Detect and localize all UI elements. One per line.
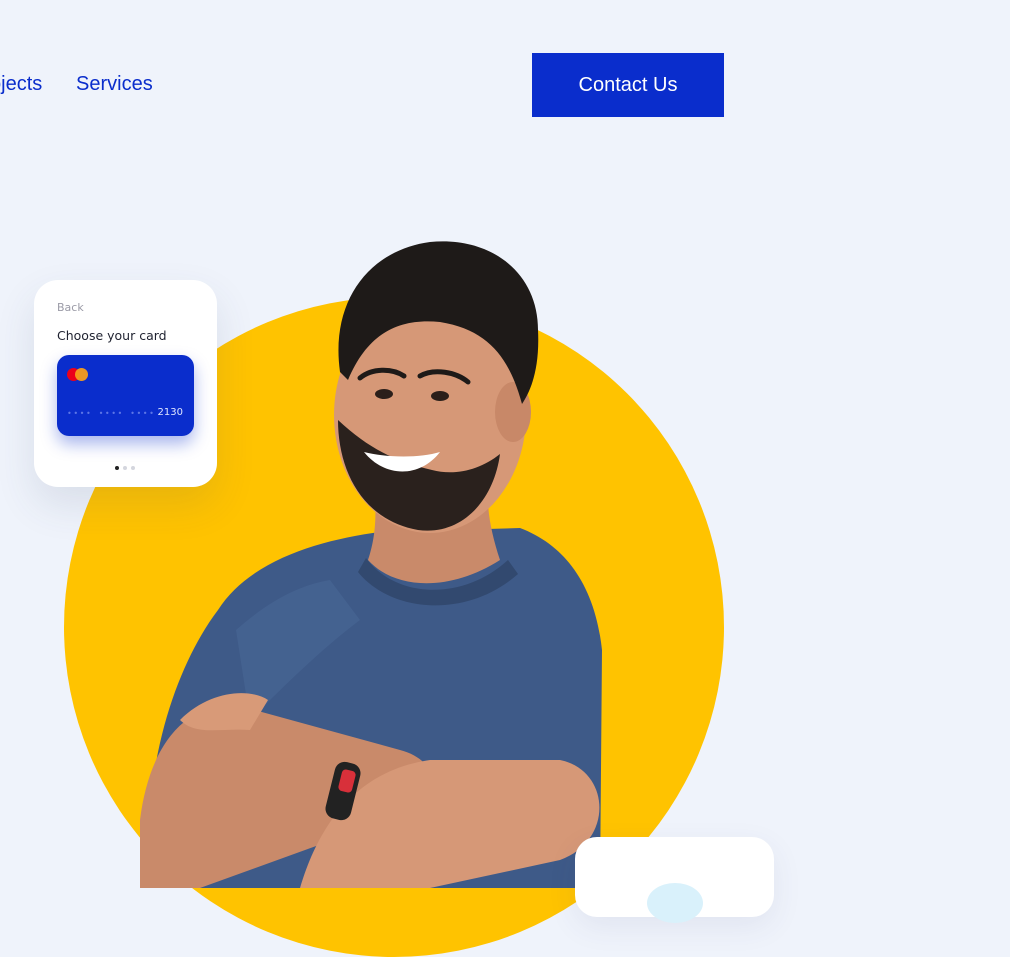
bank-card[interactable]: •••• •••• •••• 2130: [57, 355, 194, 436]
choose-card-title: Choose your card: [57, 328, 167, 343]
bottom-feature-card: [575, 837, 774, 923]
choose-card-widget: Back Choose your card •••• •••• •••• 213…: [34, 280, 217, 487]
card-number-masked: •••• •••• ••••: [67, 409, 156, 418]
pager-dot-active[interactable]: [115, 466, 119, 470]
pager-dot[interactable]: [123, 466, 127, 470]
back-link[interactable]: Back: [57, 301, 84, 314]
pager-dot[interactable]: [131, 466, 135, 470]
mastercard-icon: [67, 368, 89, 382]
feature-icon-blob: [647, 883, 703, 923]
card-last4: 2130: [157, 407, 183, 418]
card-pager: [115, 466, 135, 470]
